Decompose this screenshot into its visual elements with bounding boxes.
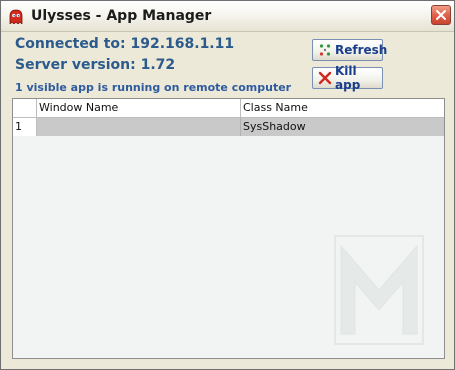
m-logo-watermark bbox=[334, 235, 424, 345]
ghost-icon bbox=[9, 9, 23, 24]
row-index: 1 bbox=[13, 118, 37, 136]
app-list-table[interactable]: Window Name Class Name 1 SysShadow bbox=[12, 98, 445, 359]
window-title: Ulysses - App Manager bbox=[31, 8, 212, 24]
app-manager-window: Ulysses - App Manager Connected to: 192.… bbox=[0, 0, 455, 370]
row-class-name: SysShadow bbox=[243, 120, 306, 133]
kill-app-button[interactable]: Kill app bbox=[312, 64, 383, 92]
app-count-status: 1 visible app is running on remote compu… bbox=[15, 81, 292, 94]
refresh-button-label: Refresh bbox=[335, 43, 388, 57]
row-window-name bbox=[37, 118, 241, 136]
close-button[interactable] bbox=[431, 5, 451, 25]
class-name-column-header[interactable]: Class Name bbox=[241, 99, 444, 117]
table-header: Window Name Class Name bbox=[13, 99, 444, 118]
refresh-button[interactable]: Refresh bbox=[312, 39, 387, 61]
table-row[interactable]: 1 SysShadow bbox=[13, 118, 444, 136]
close-icon bbox=[436, 10, 446, 20]
title-bar[interactable]: Ulysses - App Manager bbox=[1, 1, 454, 32]
connection-label: Connected to: 192.168.1.11 bbox=[15, 36, 235, 52]
server-version-label: Server version: 1.72 bbox=[15, 57, 176, 73]
kill-app-button-label: Kill app bbox=[335, 64, 361, 92]
index-column-header[interactable] bbox=[13, 99, 37, 117]
window-name-column-header[interactable]: Window Name bbox=[37, 99, 241, 117]
kill-x-icon bbox=[318, 71, 332, 85]
refresh-icon bbox=[319, 44, 331, 56]
